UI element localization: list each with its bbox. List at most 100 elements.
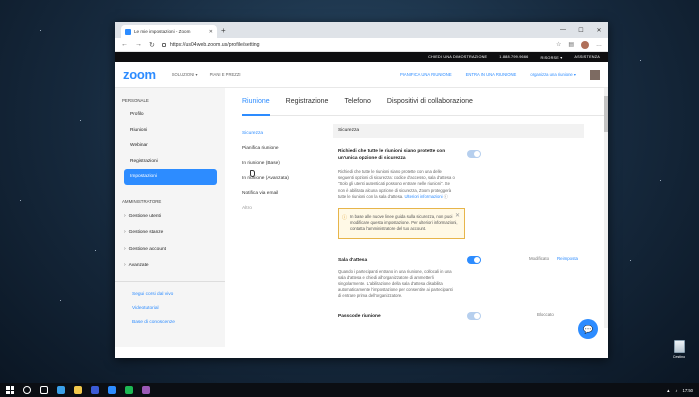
chevron-right-icon: ›	[124, 212, 126, 219]
chevron-right-icon: ›	[124, 262, 126, 268]
zoom-favicon-icon	[125, 28, 131, 35]
star-icon[interactable]: ☆	[556, 41, 561, 48]
chevron-right-icon: ›	[124, 229, 126, 235]
schedule-meeting-link[interactable]: PIANIFICA UNA RIUNIONE	[400, 72, 452, 77]
zoom-taskbar-icon[interactable]	[108, 386, 116, 394]
section-header: Sicurezza	[333, 124, 584, 138]
plans-link[interactable]: PIANI E PREZZI	[210, 72, 241, 77]
sidebar-item-room-management[interactable]: › Gestione stanze	[115, 224, 225, 241]
locked-label: Bloccato	[537, 311, 554, 317]
support-link[interactable]: ASSISTENZA	[574, 55, 600, 59]
chevron-right-icon: ›	[124, 245, 126, 252]
task-view-icon[interactable]	[40, 386, 48, 394]
url-field[interactable]: https://us04web.zoom.us/profile/setting	[161, 40, 549, 50]
sidebar-item-user-management[interactable]: › Gestione utenti	[115, 208, 225, 225]
sidebar-item-meetings[interactable]: Riunioni	[115, 123, 225, 139]
zoom-topbar: CHIEDI UNA DIMOSTRAZIONE 1.888.799.9666 …	[115, 52, 608, 62]
subnav-security[interactable]: Sicurezza	[242, 126, 322, 141]
browser-tab[interactable]: Le mie impostazioni - Zoom ✕	[121, 25, 217, 38]
url-text: https://us04web.zoom.us/profile/setting	[169, 41, 260, 48]
modified-label: Modificato	[529, 255, 550, 261]
address-bar-row: ← → ↻ https://us04web.zoom.us/profile/se…	[115, 38, 608, 52]
subnav-email-notification[interactable]: Notifica via email	[242, 186, 322, 201]
recycle-bin-label: Cestino	[672, 355, 686, 359]
recycle-bin-icon	[673, 340, 685, 353]
collections-icon[interactable]: ▤	[568, 41, 574, 48]
zoom-navbar: zoom SOLUZIONI ▾ PIANI E PREZZI PIANIFIC…	[115, 62, 608, 88]
video-tutorials-link[interactable]: Videotutorial	[115, 302, 225, 316]
settings-panel: Sicurezza Richiedi che tutte le riunioni…	[333, 124, 584, 347]
notice-text: In base alle nuove linee guida sulla sic…	[350, 214, 458, 232]
browser-window: Le mie impostazioni - Zoom ✕ + — ☐ ✕ ← →…	[115, 22, 608, 358]
app-icon[interactable]	[142, 386, 150, 394]
edge-icon[interactable]	[57, 386, 65, 394]
back-icon[interactable]: ←	[121, 41, 128, 48]
live-training-link[interactable]: Segui corsi dal vivo	[115, 288, 225, 302]
forward-icon[interactable]: →	[135, 41, 142, 48]
security-toggle[interactable]	[467, 150, 481, 158]
subnav-other[interactable]: Altro	[242, 201, 322, 216]
demo-link[interactable]: CHIEDI UNA DIMOSTRAZIONE	[428, 55, 487, 59]
settings-tabs: Riunione Registrazione Telefono Disposit…	[242, 88, 608, 116]
scrollbar-thumb[interactable]	[604, 96, 608, 132]
close-notice-icon[interactable]: ✕	[455, 212, 460, 219]
minimize-icon[interactable]: —	[554, 27, 572, 34]
setting-meeting-passcode: Passcode riunione Bloccato	[333, 311, 584, 320]
file-explorer-icon[interactable]	[74, 386, 82, 394]
join-meeting-link[interactable]: ENTRA IN UNA RIUNIONE	[466, 72, 517, 77]
tab-devices[interactable]: Dispositivi di collaborazione	[387, 88, 473, 116]
tab-phone[interactable]: Telefono	[344, 88, 370, 116]
system-tray: ▲ ♪ 17:50	[666, 388, 699, 393]
solutions-menu[interactable]: SOLUZIONI ▾	[172, 72, 198, 77]
clock[interactable]: 17:50	[683, 388, 693, 393]
sidebar-item-profile[interactable]: Profilo	[115, 107, 225, 123]
network-icon[interactable]: ▲	[666, 388, 670, 393]
passcode-toggle[interactable]	[467, 311, 481, 320]
host-meeting-menu[interactable]: organizza una riunione ▾	[530, 72, 576, 77]
setting-description: Quando i partecipanti entrano in una riu…	[338, 268, 453, 299]
phone-number: 1.888.799.9666	[499, 55, 529, 59]
maximize-icon[interactable]: ☐	[572, 27, 590, 34]
sidebar-item-webinar[interactable]: Webinar	[115, 138, 225, 154]
zoom-logo[interactable]: zoom	[123, 67, 156, 82]
knowledge-base-link[interactable]: Base di conoscenze	[115, 316, 225, 330]
waiting-room-toggle[interactable]	[467, 255, 481, 264]
taskbar: ▲ ♪ 17:50	[0, 383, 699, 397]
profile-avatar[interactable]	[581, 40, 589, 49]
store-icon[interactable]	[91, 386, 99, 394]
refresh-icon[interactable]: ↻	[149, 41, 155, 49]
recycle-bin[interactable]: Cestino	[670, 340, 688, 359]
subnav-schedule[interactable]: Pianifica riunione	[242, 141, 322, 156]
page-scrollbar[interactable]	[604, 88, 608, 328]
setting-waiting-room: Sala d'attesa Modificato Reimposta Quand…	[333, 255, 584, 300]
tab-recording[interactable]: Registrazione	[286, 88, 329, 116]
tab-meeting[interactable]: Riunione	[242, 88, 270, 116]
resources-menu[interactable]: RISORSE ▾	[541, 55, 563, 60]
user-avatar[interactable]	[590, 69, 600, 80]
personal-header: PERSONALE	[122, 98, 149, 103]
spotify-icon[interactable]	[125, 386, 133, 394]
more-icon[interactable]: …	[596, 42, 602, 48]
reset-link[interactable]: Reimposta	[557, 256, 578, 261]
chat-bubble-icon[interactable]: 💬	[578, 319, 598, 339]
tab-bar: Le mie impostazioni - Zoom ✕ + — ☐ ✕	[115, 22, 608, 38]
close-window-icon[interactable]: ✕	[590, 27, 608, 34]
sidebar-item-settings[interactable]: Impostazioni	[124, 169, 217, 185]
setting-security-option: Richiedi che tutte le riunioni siano pro…	[333, 148, 584, 200]
setting-description: Richiedi che tutte le riunioni siano pro…	[338, 169, 455, 199]
windows-start-icon[interactable]	[6, 386, 14, 394]
lock-notice: ⓘ In base alle nuove linee guida sulla s…	[338, 208, 465, 239]
volume-icon[interactable]: ♪	[675, 388, 677, 393]
sidebar-item-advanced[interactable]: › Avanzate	[115, 257, 225, 274]
learn-more-link[interactable]: Ulteriori informazioni	[404, 194, 442, 199]
window-controls: — ☐ ✕	[554, 27, 608, 34]
new-tab-icon[interactable]: +	[221, 26, 226, 35]
setting-title: Richiedi che tutte le riunioni siano pro…	[338, 149, 446, 161]
mouse-cursor-icon	[250, 170, 255, 177]
setting-title: Sala d'attesa	[338, 257, 368, 263]
subnav-in-meeting-basic[interactable]: In riunione (Base)	[242, 156, 322, 171]
search-icon[interactable]	[23, 386, 31, 394]
sidebar-item-account-management[interactable]: › Gestione account	[115, 241, 225, 258]
sidebar-item-recordings[interactable]: Registrazioni	[115, 154, 225, 170]
close-tab-icon[interactable]: ✕	[209, 29, 213, 35]
